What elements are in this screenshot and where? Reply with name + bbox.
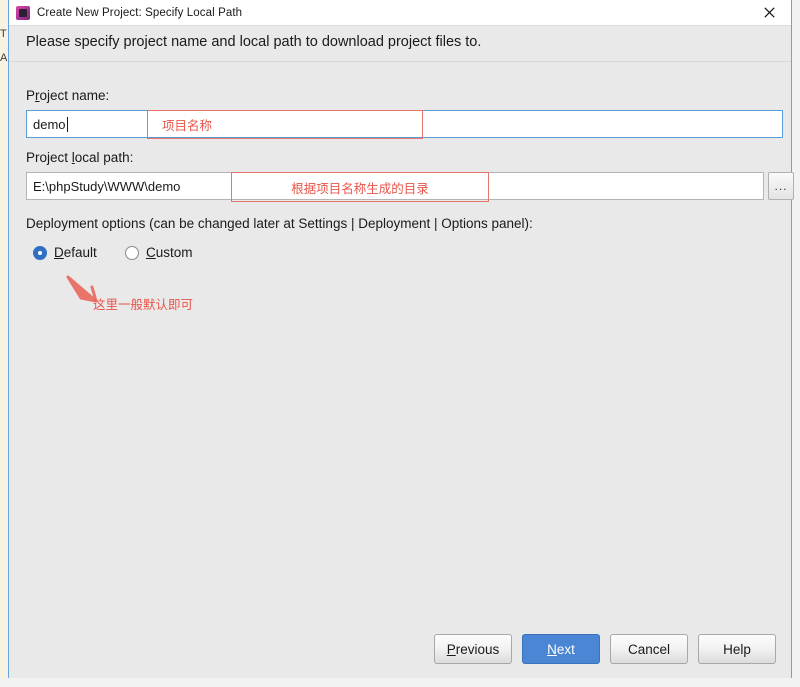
radio-deployment-default[interactable]: Default	[33, 245, 97, 260]
background-letter-a: A	[0, 52, 8, 64]
browse-ellipsis-icon: ...	[774, 179, 788, 193]
project-name-label-pre: P	[26, 88, 36, 103]
radio-custom-rest: ustom	[155, 245, 193, 260]
background-bottom-strip	[0, 678, 800, 687]
deployment-options-label: Deployment options (can be changed later…	[26, 216, 533, 231]
project-name-value: demo	[33, 116, 66, 132]
previous-button-label: revious	[455, 641, 500, 657]
annotation-box-project-path: 根据项目名称生成的目录	[231, 172, 489, 202]
project-path-label: Project local path:	[26, 150, 133, 165]
radio-default-mark	[33, 245, 47, 260]
background-left-tab-letters: T A	[0, 22, 8, 70]
project-path-value: E:\phpStudy\WWW\demo	[33, 178, 181, 194]
dialog-title: Create New Project: Specify Local Path	[37, 6, 243, 19]
next-button-mnemonic: N	[547, 641, 557, 657]
dialog-button-bar: Previous Next Cancel Help	[9, 634, 791, 664]
previous-button-mnemonic: P	[446, 641, 456, 657]
annotation-text-project-path: 根据项目名称生成的目录	[291, 180, 429, 196]
radio-custom-mnemonic: C	[146, 245, 156, 260]
phpstorm-app-icon	[16, 5, 30, 20]
close-icon[interactable]	[747, 0, 791, 24]
radio-default-label: Default	[54, 245, 97, 260]
text-caret	[66, 116, 68, 132]
cancel-button-label: Cancel	[627, 641, 671, 657]
header-separator	[9, 61, 791, 62]
help-button[interactable]: Help	[698, 634, 776, 664]
annotation-text-default-ok: 这里一般默认即可	[93, 297, 194, 312]
dialog-instruction: Please specify project name and local pa…	[26, 34, 482, 50]
radio-deployment-custom[interactable]: Custom	[125, 245, 193, 260]
radio-custom-label: Custom	[146, 245, 193, 260]
project-path-label-pre: Project	[26, 150, 72, 165]
dialog-body: Please specify project name and local pa…	[9, 26, 794, 678]
previous-button[interactable]: Previous	[434, 634, 512, 664]
browse-path-button[interactable]: ...	[768, 172, 794, 200]
annotation-box-project-name: 项目名称	[147, 110, 423, 139]
cancel-button[interactable]: Cancel	[610, 634, 688, 664]
background-left-strip	[0, 0, 6, 687]
annotation-text-project-name: 项目名称	[162, 118, 213, 133]
help-button-label: Help	[723, 641, 751, 657]
radio-custom-mark	[125, 245, 139, 260]
next-button-label: ext	[556, 641, 575, 657]
next-button[interactable]: Next	[522, 634, 600, 664]
project-name-label-post: oject name:	[39, 88, 110, 103]
create-new-project-dialog: Create New Project: Specify Local Path P…	[8, 0, 794, 678]
project-name-label: Project name:	[26, 88, 109, 103]
radio-default-mnemonic: D	[54, 245, 64, 260]
dialog-titlebar: Create New Project: Specify Local Path	[9, 0, 791, 26]
project-path-label-post: ocal path:	[74, 150, 134, 165]
radio-default-rest: efault	[63, 245, 97, 260]
background-letter-t: T	[0, 28, 7, 40]
